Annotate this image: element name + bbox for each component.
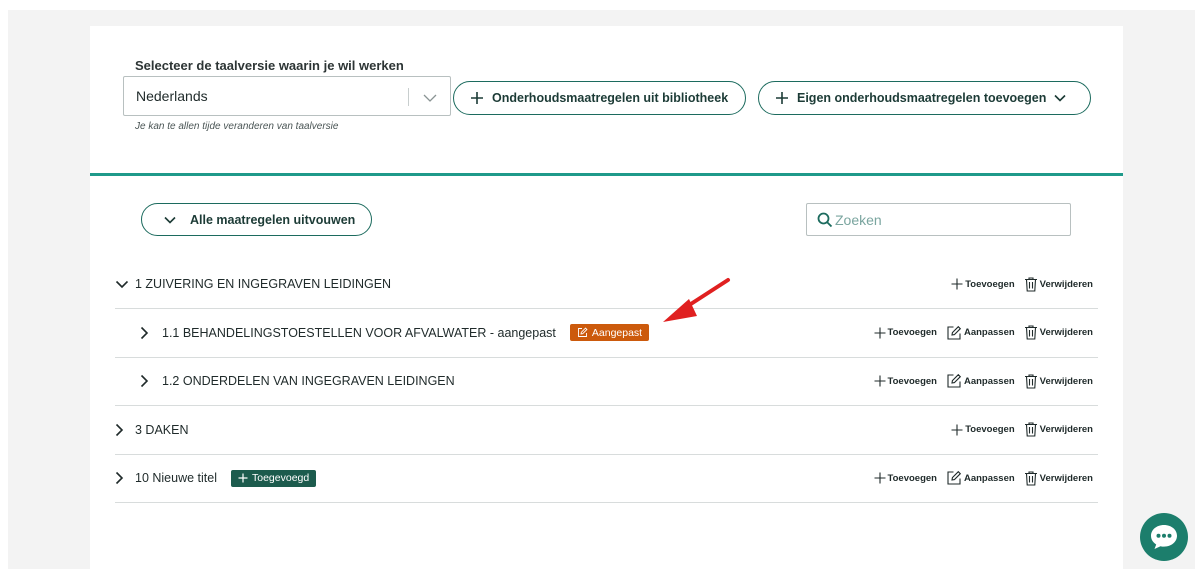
plus-icon	[951, 278, 963, 290]
add-action[interactable]: Toevoegen	[874, 472, 937, 484]
language-hint: Je kan te allen tijde veranderen van taa…	[135, 121, 339, 132]
plus-icon	[471, 92, 483, 104]
edit-label: Aanpassen	[963, 327, 1015, 339]
edit-action[interactable]: Aanpassen	[946, 325, 1015, 341]
chevron-down-icon	[1054, 94, 1066, 102]
modified-badge-label: Aangepast	[591, 326, 643, 339]
plus-icon	[951, 424, 963, 436]
search-icon	[817, 212, 833, 228]
tree-row-title: 1 ZUIVERING EN INGEGRAVEN LEIDINGEN	[135, 277, 392, 291]
select-separator	[408, 88, 409, 106]
chevron-right-icon[interactable]	[115, 471, 131, 485]
add-label: Toevoegen	[887, 327, 937, 339]
added-badge: Toegevoegd	[231, 469, 317, 487]
modified-badge: Aangepast	[569, 324, 650, 342]
add-label: Toevoegen	[887, 472, 937, 484]
tree-row-title: 1.2 ONDERDELEN VAN INGEGRAVEN LEIDINGEN	[162, 374, 455, 389]
trash-icon	[1024, 325, 1037, 340]
delete-label: Verwijderen	[1039, 424, 1093, 436]
language-select-value: Nederlands	[136, 88, 208, 104]
edit-action[interactable]: Aanpassen	[946, 373, 1015, 389]
delete-action[interactable]: Verwijderen	[1024, 325, 1093, 340]
chevron-down-icon[interactable]	[115, 280, 131, 289]
tree-row[interactable]: 1.1 BEHANDELINGSTOESTELLEN VOOR AFVALWAT…	[115, 309, 1098, 358]
tree-row[interactable]: 1 ZUIVERING EN INGEGRAVEN LEIDINGEN Toev…	[115, 260, 1098, 309]
delete-label: Verwijderen	[1039, 472, 1093, 484]
add-own-measures-label: Eigen onderhoudsmaatregelen toevoegen	[797, 91, 1047, 105]
chevron-right-icon[interactable]	[140, 326, 156, 340]
add-action[interactable]: Toevoegen	[874, 375, 937, 387]
chat-button[interactable]	[1140, 513, 1188, 561]
tree-row-title: 3 DAKEN	[135, 422, 189, 437]
add-own-measures-button[interactable]: Eigen onderhoudsmaatregelen toevoegen	[758, 81, 1091, 115]
plus-icon	[874, 327, 886, 339]
delete-action[interactable]: Verwijderen	[1024, 374, 1093, 389]
plus-icon	[874, 472, 886, 484]
tree-row[interactable]: 3 DAKEN Toevoegen Verwijderen	[115, 406, 1098, 455]
add-action[interactable]: Toevoegen	[951, 424, 1015, 436]
language-select[interactable]: Nederlands	[123, 76, 451, 116]
added-badge-label: Toegevoegd	[252, 472, 310, 485]
edit-icon	[577, 327, 588, 338]
expand-all-label: Alle maatregelen uitvouwen	[190, 212, 356, 227]
tree-row-title: 10 Nieuwe titel	[135, 471, 217, 486]
row-actions: Toevoegen Aanpassen Verwijderen	[865, 309, 1093, 357]
add-label: Toevoegen	[965, 424, 1015, 436]
delete-label: Verwijderen	[1039, 375, 1093, 387]
search-input[interactable]	[835, 210, 1055, 230]
plus-icon	[238, 473, 248, 483]
delete-action[interactable]: Verwijderen	[1024, 276, 1093, 292]
row-actions: Toevoegen Aanpassen Verwijderen	[865, 358, 1093, 406]
plus-icon	[776, 92, 788, 104]
chat-bubble-icon	[1151, 525, 1177, 549]
add-action[interactable]: Toevoegen	[874, 327, 937, 339]
trash-icon	[1024, 471, 1037, 486]
search-box[interactable]	[806, 203, 1071, 236]
edit-icon	[947, 374, 962, 388]
add-action[interactable]: Toevoegen	[951, 278, 1015, 290]
edit-label: Aanpassen	[963, 472, 1015, 484]
measures-tree: 1 ZUIVERING EN INGEGRAVEN LEIDINGEN Toev…	[115, 260, 1098, 503]
tree-row[interactable]: 10 Nieuwe titel Toegevoegd Toevoegen Aan…	[115, 455, 1098, 503]
section-divider	[90, 173, 1123, 176]
delete-action[interactable]: Verwijderen	[1024, 471, 1093, 486]
tree-row[interactable]: 1.2 ONDERDELEN VAN INGEGRAVEN LEIDINGEN …	[115, 358, 1098, 406]
row-actions: Toevoegen Aanpassen Verwijderen	[865, 455, 1093, 503]
chevron-right-icon[interactable]	[140, 374, 156, 388]
delete-action[interactable]: Verwijderen	[1024, 422, 1093, 437]
delete-label: Verwijderen	[1039, 278, 1093, 290]
row-actions: Toevoegen Verwijderen	[942, 260, 1093, 308]
edit-action[interactable]: Aanpassen	[946, 470, 1015, 486]
edit-icon	[947, 325, 962, 340]
plus-icon	[874, 375, 886, 387]
trash-icon	[1024, 422, 1037, 437]
chevron-down-icon[interactable]	[422, 90, 438, 108]
chevron-right-icon[interactable]	[115, 423, 131, 437]
add-label: Toevoegen	[887, 375, 937, 387]
expand-all-button[interactable]: Alle maatregelen uitvouwen	[141, 203, 372, 236]
library-measures-label: Onderhoudsmaatregelen uit bibliotheek	[492, 91, 729, 105]
trash-icon	[1024, 374, 1037, 389]
library-measures-button[interactable]: Onderhoudsmaatregelen uit bibliotheek	[453, 81, 746, 115]
language-panel: Selecteer de taalversie waarin je wil we…	[90, 26, 1123, 174]
row-actions: Toevoegen Verwijderen	[942, 406, 1093, 454]
trash-icon	[1024, 276, 1037, 292]
edit-icon	[947, 471, 962, 485]
delete-label: Verwijderen	[1039, 327, 1093, 339]
language-label: Selecteer de taalversie waarin je wil we…	[135, 58, 404, 73]
tree-row-title: 1.1 BEHANDELINGSTOESTELLEN VOOR AFVALWAT…	[162, 325, 556, 340]
main-card: Selecteer de taalversie waarin je wil we…	[90, 26, 1123, 569]
add-label: Toevoegen	[965, 278, 1015, 290]
edit-label: Aanpassen	[963, 375, 1015, 387]
chevron-down-icon	[164, 216, 176, 224]
